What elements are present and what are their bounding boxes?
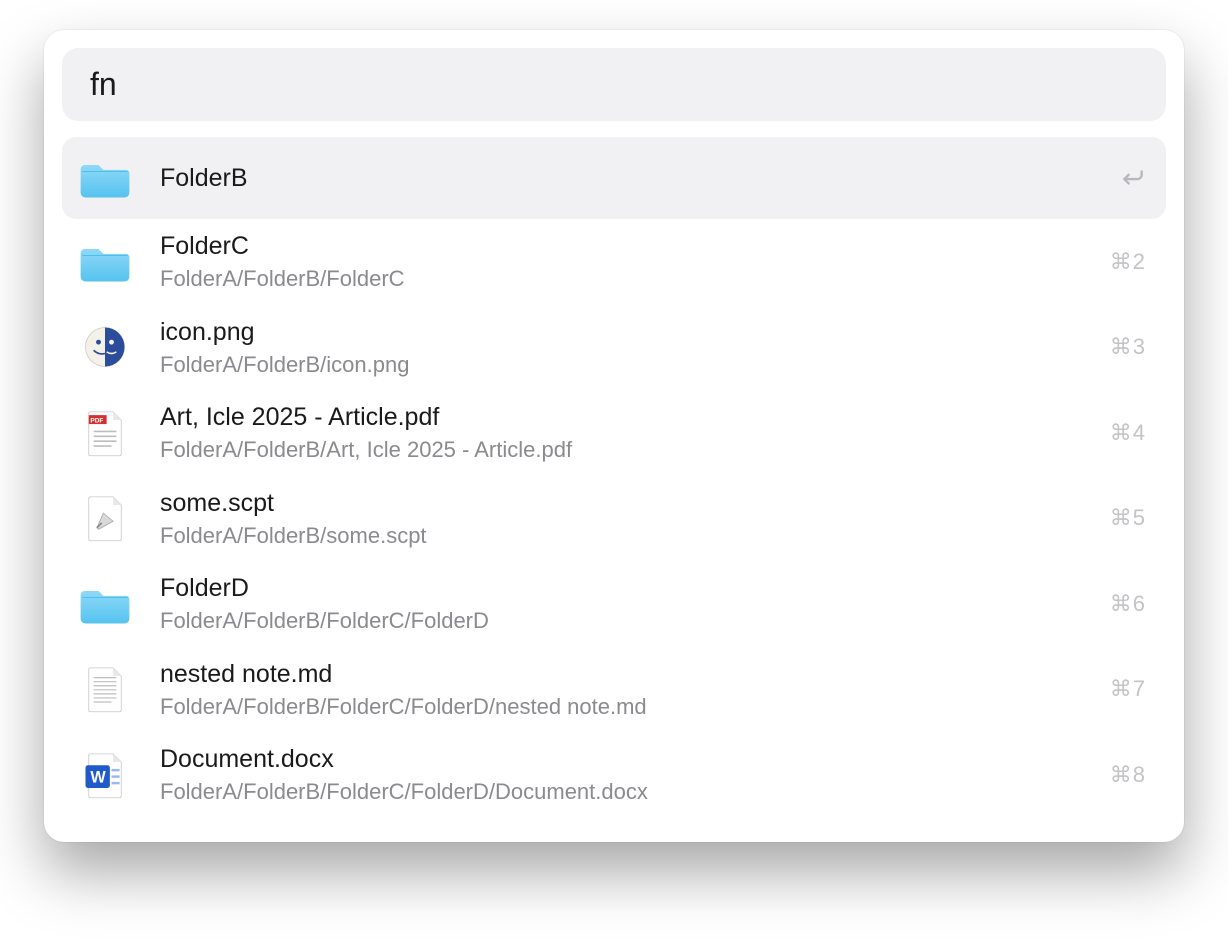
- result-item[interactable]: FolderC FolderA/FolderB/FolderC ⌘2: [62, 219, 1166, 305]
- result-icon: [76, 233, 134, 291]
- result-subtitle: FolderA/FolderB/FolderC/FolderD/nested n…: [160, 693, 1090, 721]
- result-subtitle: FolderA/FolderB/FolderC/FolderD: [160, 607, 1090, 635]
- launcher-window: FolderB FolderC FolderA/FolderB/FolderC ⌘2…: [44, 30, 1184, 842]
- folder-icon: [79, 236, 131, 288]
- script-icon: [79, 492, 131, 544]
- search-input[interactable]: [62, 48, 1166, 121]
- result-title: Document.docx: [160, 744, 1090, 774]
- result-subtitle: FolderA/FolderB/FolderC: [160, 265, 1090, 293]
- result-item[interactable]: FolderD FolderA/FolderB/FolderC/FolderD ⌘6: [62, 561, 1166, 647]
- result-title: icon.png: [160, 317, 1090, 347]
- result-item[interactable]: some.scpt FolderA/FolderB/some.scpt ⌘5: [62, 476, 1166, 562]
- result-text: Document.docx FolderA/FolderB/FolderC/Fol…: [160, 744, 1090, 806]
- result-icon: [76, 489, 134, 547]
- result-shortcut: ⌘2: [1110, 249, 1146, 275]
- svg-text:PDF: PDF: [90, 417, 103, 424]
- result-text: Art, Icle 2025 - Article.pdf FolderA/Fold…: [160, 402, 1090, 464]
- result-shortcut: ⌘8: [1110, 762, 1146, 788]
- result-icon: [76, 575, 134, 633]
- result-item[interactable]: PDF Art, Icle 2025 - Article.pdf FolderA/…: [62, 390, 1166, 476]
- result-item[interactable]: W Document.docx FolderA/FolderB/FolderC/F…: [62, 732, 1166, 818]
- result-subtitle: FolderA/FolderB/some.scpt: [160, 522, 1090, 550]
- result-text: FolderC FolderA/FolderB/FolderC: [160, 231, 1090, 293]
- pdf-icon: PDF: [79, 407, 131, 459]
- result-icon: PDF: [76, 404, 134, 462]
- result-shortcut: ⌘6: [1110, 591, 1146, 617]
- result-item[interactable]: icon.png FolderA/FolderB/icon.png ⌘3: [62, 305, 1166, 391]
- result-title: nested note.md: [160, 659, 1090, 689]
- result-text: FolderD FolderA/FolderB/FolderC/FolderD: [160, 573, 1090, 635]
- results-list: FolderB FolderC FolderA/FolderB/FolderC ⌘2…: [62, 137, 1166, 818]
- result-item[interactable]: nested note.md FolderA/FolderB/FolderC/Fo…: [62, 647, 1166, 733]
- result-title: FolderD: [160, 573, 1090, 603]
- png-icon: [79, 321, 131, 373]
- result-icon: [76, 660, 134, 718]
- word-doc-icon: W: [79, 749, 131, 801]
- result-text: icon.png FolderA/FolderB/icon.png: [160, 317, 1090, 379]
- svg-text:W: W: [90, 768, 106, 786]
- result-text: nested note.md FolderA/FolderB/FolderC/Fo…: [160, 659, 1090, 721]
- folder-icon: [79, 152, 131, 204]
- result-shortcut: ⌘7: [1110, 676, 1146, 702]
- result-title: FolderC: [160, 231, 1090, 261]
- folder-icon: [79, 578, 131, 630]
- result-subtitle: FolderA/FolderB/icon.png: [160, 351, 1090, 379]
- result-icon: [76, 318, 134, 376]
- result-icon: W: [76, 746, 134, 804]
- result-shortcut: ⌘4: [1110, 420, 1146, 446]
- result-shortcut: ⌘5: [1110, 505, 1146, 531]
- result-title: FolderB: [160, 163, 1100, 193]
- result-text: some.scpt FolderA/FolderB/some.scpt: [160, 488, 1090, 550]
- result-icon: [76, 149, 134, 207]
- result-title: Art, Icle 2025 - Article.pdf: [160, 402, 1090, 432]
- result-shortcut: ⌘3: [1110, 334, 1146, 360]
- result-subtitle: FolderA/FolderB/FolderC/FolderD/Document…: [160, 778, 1090, 806]
- text-file-icon: [79, 663, 131, 715]
- enter-icon: [1120, 165, 1146, 191]
- result-text: FolderB: [160, 163, 1100, 193]
- result-subtitle: FolderA/FolderB/Art, Icle 2025 - Article…: [160, 436, 1090, 464]
- result-title: some.scpt: [160, 488, 1090, 518]
- result-shortcut: [1120, 165, 1146, 191]
- result-item[interactable]: FolderB: [62, 137, 1166, 219]
